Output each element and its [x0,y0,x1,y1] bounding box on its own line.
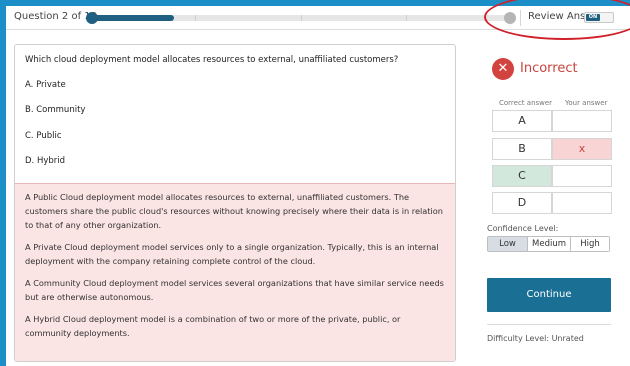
explanation-paragraph: A Hybrid Cloud deployment model is a com… [25,314,401,338]
confidence-low[interactable]: Low [488,237,528,251]
confidence-medium[interactable]: Medium [528,237,571,251]
result-text: Incorrect [520,61,578,76]
explanation-panel: A Public Cloud deployment model allocate… [15,183,455,361]
choice-d[interactable]: D. Hybrid [25,156,65,166]
your-answer-header: Your answer [565,99,608,107]
choice-b[interactable]: B. Community [25,105,85,115]
confidence-high[interactable]: High [571,237,609,251]
correct-cell-b: B [492,138,552,160]
difficulty-level: Difficulty Level: Unrated [487,334,584,343]
your-cell-d [552,192,612,214]
x-circle-icon: ✕ [492,58,514,80]
quiz-window: Question 2 of 10 Review Answer ON Which … [6,0,630,366]
correct-answer-header: Correct answer [499,99,553,107]
choice-c[interactable]: C. Public [25,131,62,141]
confidence-label: Confidence Level: [487,224,559,233]
progress-start-knob [86,12,98,24]
correct-cell-c: C [492,165,552,187]
confidence-selector: Low Medium High [487,236,610,252]
explanation-paragraph: A Community Cloud deployment model servi… [25,278,444,302]
progress-tick [301,15,302,21]
continue-button[interactable]: Continue [487,278,611,312]
your-cell-a [552,110,612,132]
question-card: Which cloud deployment model allocates r… [14,44,456,362]
correct-cell-a: A [492,110,552,132]
top-bar: Question 2 of 10 Review Answer ON [6,0,630,40]
your-cell-b: x [552,138,612,160]
correct-cell-d: D [492,192,552,214]
question-text: Which cloud deployment model allocates r… [25,55,399,65]
progress-tick [195,15,196,21]
progress-tick [406,15,407,21]
question-counter: Question 2 of 10 [14,11,97,22]
explanation-paragraph: A Public Cloud deployment model allocate… [25,192,443,230]
your-cell-c [552,165,612,187]
divider [487,324,611,325]
progress-fill [90,15,175,21]
annotation-circle [484,0,630,40]
choice-a[interactable]: A. Private [25,80,66,90]
progress-bar[interactable] [86,12,516,24]
explanation-paragraph: A Private Cloud deployment model service… [25,242,439,266]
